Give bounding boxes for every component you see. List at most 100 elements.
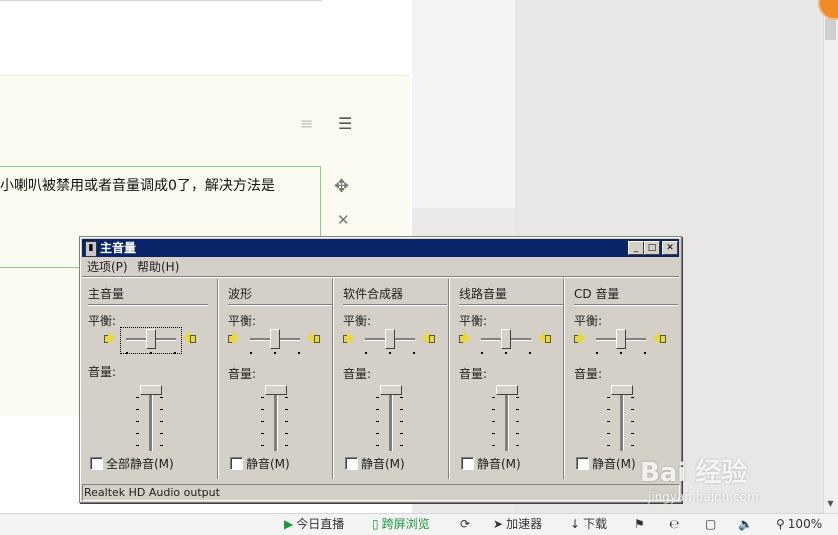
balance-label: 平衡: bbox=[459, 314, 488, 328]
ie-button[interactable]: ℮ bbox=[669, 514, 679, 535]
tick bbox=[160, 433, 163, 434]
volume-track[interactable] bbox=[505, 391, 509, 451]
tick bbox=[607, 421, 610, 422]
accelerator-button[interactable]: ➤ 加速器 bbox=[493, 514, 542, 535]
tick bbox=[136, 409, 139, 410]
divider bbox=[0, 0, 322, 1]
balance-slider[interactable] bbox=[270, 329, 280, 349]
balance-slider[interactable] bbox=[385, 329, 395, 349]
volume-slider[interactable] bbox=[611, 385, 633, 395]
accelerator-label: 加速器 bbox=[506, 517, 543, 531]
tick bbox=[150, 352, 152, 354]
numbered-list-icon[interactable]: ≡ bbox=[300, 114, 322, 133]
tick bbox=[644, 352, 646, 354]
menu-help[interactable]: 帮助(H) bbox=[137, 258, 179, 276]
menu-options[interactable]: 选项(P) bbox=[87, 258, 128, 276]
channel-title: 软件合成器 bbox=[343, 287, 404, 301]
maximize-button[interactable]: □ bbox=[644, 241, 660, 255]
volume-track[interactable] bbox=[274, 391, 278, 451]
flag-button[interactable]: ⚑ bbox=[634, 514, 645, 535]
tick bbox=[274, 352, 276, 354]
mute-all-label[interactable]: 全部静音(M) bbox=[106, 455, 174, 472]
close-button[interactable]: ✕ bbox=[662, 241, 678, 255]
tick bbox=[492, 397, 495, 398]
mute-label[interactable]: 静音(M) bbox=[477, 455, 521, 472]
tick bbox=[298, 352, 300, 354]
volume-track[interactable] bbox=[149, 391, 153, 451]
move-icon[interactable]: ✥ bbox=[334, 176, 349, 197]
mute-checkbox[interactable] bbox=[576, 457, 589, 470]
mute-all-checkbox[interactable] bbox=[90, 457, 103, 470]
speaker-left-icon bbox=[104, 330, 116, 346]
speaker-left-icon bbox=[459, 330, 471, 346]
channel-wave: 波形 平衡: 音量: 静音(M) bbox=[222, 279, 332, 479]
tick bbox=[413, 352, 415, 354]
volume-slider[interactable] bbox=[496, 385, 518, 395]
volume-slider[interactable] bbox=[265, 385, 287, 395]
balance-slider[interactable] bbox=[616, 329, 626, 349]
close-icon[interactable]: ✕ bbox=[337, 211, 350, 229]
watermark-logo: Bai 经验 bbox=[640, 458, 748, 488]
tick bbox=[631, 409, 634, 410]
tick bbox=[631, 397, 634, 398]
tick bbox=[136, 421, 139, 422]
channel-separator bbox=[448, 279, 450, 479]
download-button[interactable]: ↓ 下载 bbox=[570, 514, 607, 535]
balance-slider[interactable] bbox=[501, 329, 511, 349]
volume-track[interactable] bbox=[389, 391, 393, 451]
article-text: 小喇叭被禁用或者音量调成0了，解决方法是 bbox=[0, 178, 275, 194]
tick bbox=[492, 433, 495, 434]
volume-track[interactable] bbox=[620, 391, 624, 451]
scrollbar-thumb[interactable] bbox=[825, 18, 836, 40]
zoom-control[interactable]: ⚲ 100% bbox=[776, 514, 822, 535]
flag-icon: ⚑ bbox=[634, 517, 645, 531]
download-arrow-icon: ↓ bbox=[570, 517, 581, 531]
volume-slider[interactable] bbox=[380, 385, 402, 395]
refresh-button[interactable]: ⟳ bbox=[460, 514, 473, 535]
mute-label[interactable]: 静音(M) bbox=[592, 455, 636, 472]
tick bbox=[400, 421, 403, 422]
mute-checkbox[interactable] bbox=[461, 457, 474, 470]
speaker-right-icon bbox=[652, 330, 666, 346]
scrollbar[interactable] bbox=[823, 0, 838, 513]
scroll-down-arrow-icon[interactable]: ▼ bbox=[823, 497, 838, 511]
bullet-list-icon[interactable]: ☰ bbox=[338, 114, 358, 133]
tick bbox=[400, 445, 403, 446]
channel-title: 波形 bbox=[228, 287, 253, 301]
volume-label: 音量: bbox=[459, 367, 488, 381]
volume-slider[interactable] bbox=[140, 385, 162, 395]
phone-icon: ▯ bbox=[372, 517, 379, 531]
volume-button[interactable]: 🔈 bbox=[738, 514, 753, 535]
volume-label: 音量: bbox=[343, 367, 372, 381]
cross-screen-button[interactable]: ▯ 跨屏浏览 bbox=[372, 514, 430, 535]
tick bbox=[136, 433, 139, 434]
tick bbox=[250, 352, 252, 354]
balance-slider[interactable] bbox=[146, 329, 156, 349]
mute-checkbox[interactable] bbox=[230, 457, 243, 470]
tick bbox=[620, 352, 622, 354]
tick bbox=[285, 421, 288, 422]
minimize-button[interactable]: _ bbox=[628, 241, 644, 255]
mute-label[interactable]: 静音(M) bbox=[246, 455, 290, 472]
balance-label: 平衡: bbox=[88, 314, 117, 328]
live-button[interactable]: ▶ 今日直播 bbox=[284, 514, 344, 535]
magnifier-icon: ⚲ bbox=[776, 517, 785, 531]
tick bbox=[160, 409, 163, 410]
tick bbox=[516, 445, 519, 446]
tick bbox=[376, 397, 379, 398]
tick bbox=[607, 409, 610, 410]
channel-line-in: 线路音量 平衡: 音量: 静音(M) bbox=[453, 279, 563, 479]
window-button[interactable]: ▢ bbox=[705, 514, 716, 535]
tick bbox=[261, 397, 264, 398]
tick bbox=[400, 409, 403, 410]
browser-engine-icon: ℮ bbox=[669, 517, 680, 531]
mute-label[interactable]: 静音(M) bbox=[361, 455, 405, 472]
mute-checkbox[interactable] bbox=[345, 457, 358, 470]
download-label: 下载 bbox=[583, 517, 608, 531]
side-column bbox=[412, 0, 516, 208]
tick bbox=[492, 445, 495, 446]
play-circle-icon: ▶ bbox=[284, 517, 294, 531]
title-bar[interactable]: ▮ 主音量 _ □ ✕ bbox=[82, 239, 679, 257]
tick bbox=[126, 352, 128, 354]
tick bbox=[631, 445, 634, 446]
